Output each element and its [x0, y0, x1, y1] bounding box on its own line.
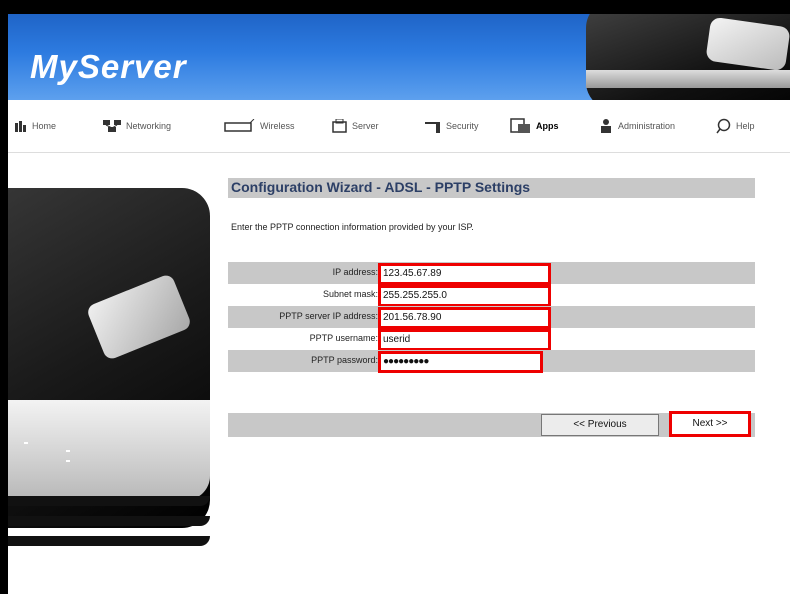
nav-item-administration[interactable]: Administration	[598, 116, 675, 136]
form-row-pptp-password: PPTP password: ●●●●●●●●●	[228, 350, 755, 373]
wireless-icon	[224, 119, 256, 133]
nav-item-server[interactable]: Server	[332, 116, 379, 136]
form-row-pptp-username: PPTP username: userid	[228, 328, 755, 351]
administration-icon	[598, 118, 614, 134]
form-row-pptp-server-ip: PPTP server IP address: 201.56.78.90	[228, 306, 755, 329]
form-row-subnet-mask: Subnet mask: 255.255.255.0	[228, 284, 755, 307]
device-led	[66, 460, 70, 462]
pptp-server-ip-field[interactable]: 201.56.78.90	[378, 307, 551, 329]
home-icon	[14, 120, 28, 132]
subnet-mask-field[interactable]: 255.255.255.0	[378, 285, 551, 307]
ip-address-label: IP address:	[332, 267, 378, 277]
nav-label: Server	[352, 121, 379, 131]
wizard-button-bar: << Previous Next >>	[228, 411, 755, 437]
nav-label: Administration	[618, 121, 676, 131]
nav-item-networking[interactable]: Networking	[102, 116, 171, 136]
nav-label: Help	[736, 121, 755, 131]
app-logo: MyServer	[30, 48, 187, 85]
nav-label: Apps	[536, 121, 559, 131]
nav-item-apps[interactable]: Apps	[510, 116, 559, 136]
page-title: Configuration Wizard - ADSL - PPTP Setti…	[231, 179, 531, 195]
nav-item-home[interactable]: Home	[14, 116, 56, 136]
networking-icon	[102, 119, 122, 133]
nav-item-wireless[interactable]: Wireless	[224, 116, 295, 136]
device-led	[24, 442, 28, 444]
help-icon	[716, 118, 732, 134]
previous-button[interactable]: << Previous	[541, 414, 659, 436]
pptp-password-field[interactable]: ●●●●●●●●●	[378, 351, 543, 373]
subnet-mask-label: Subnet mask:	[322, 289, 378, 299]
pptp-username-label: PPTP username:	[309, 333, 378, 343]
device-band	[586, 70, 790, 88]
pptp-password-label: PPTP password:	[311, 355, 378, 365]
left-frame-border	[0, 0, 8, 594]
nav-item-help[interactable]: Help	[716, 116, 755, 136]
pptp-username-field[interactable]: userid	[378, 329, 551, 351]
device-silver-band	[8, 400, 210, 500]
form-row-ip-address: IP address: 123.45.67.89	[228, 262, 755, 285]
nav-item-security[interactable]: Security	[424, 116, 479, 136]
nav-label: Networking	[126, 121, 172, 131]
nav-label: Security	[446, 121, 479, 131]
device-photo-header	[586, 14, 790, 100]
apps-icon	[510, 118, 532, 134]
device-lid	[705, 16, 790, 72]
top-frame-border	[0, 0, 790, 14]
server-icon	[332, 119, 348, 133]
nav-label: Home	[32, 121, 57, 131]
ip-address-field[interactable]: 123.45.67.89	[378, 263, 551, 285]
header-banner: MyServer	[8, 14, 790, 100]
wizard-title-bar: Configuration Wizard - ADSL - PPTP Setti…	[228, 178, 755, 198]
security-icon	[424, 118, 442, 134]
device-stripe	[8, 496, 210, 506]
device-led	[66, 450, 70, 452]
device-photo	[8, 160, 213, 594]
wizard-instructions: Enter the PPTP connection information pr…	[231, 222, 474, 232]
nav-label: Wireless	[260, 121, 295, 131]
device-stripe	[8, 536, 210, 546]
main-navigation: Home Networking Wireless Server Security…	[8, 100, 790, 153]
next-button[interactable]: Next >>	[669, 411, 751, 437]
device-stripe	[8, 516, 210, 526]
pptp-server-ip-label: PPTP server IP address:	[279, 311, 378, 321]
